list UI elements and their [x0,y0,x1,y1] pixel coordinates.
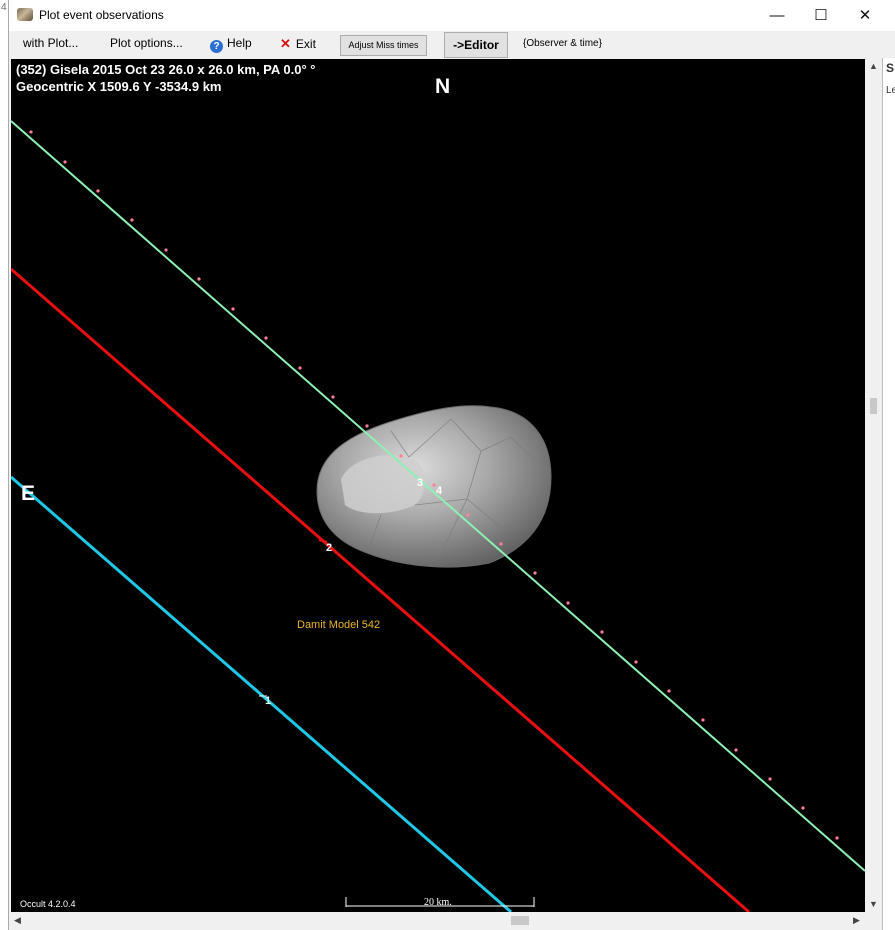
event-header: (352) Gisela 2015 Oct 23 26.0 x 26.0 km,… [16,62,316,77]
menu-plot-options[interactable]: Plot options... [110,36,183,50]
vertical-scrollbar[interactable]: ▲ ▼ [865,59,882,912]
menu-bar: with Plot... Plot options... ? Help ✕ Exit… [9,31,895,58]
chord-label-3: 3 [417,477,424,489]
app-icon [17,8,33,21]
background-text-fragment: S [886,61,895,75]
version-label: Occult 4.2.0.4 [20,899,76,909]
background-window-edge: 4 [0,0,8,930]
editor-button[interactable]: ->Editor [444,32,508,58]
close-x-icon: ✕ [280,36,291,51]
background-window-edge-right: S Le [882,58,895,930]
plot-area[interactable]: (352) Gisela 2015 Oct 23 26.0 x 26.0 km,… [11,59,865,912]
east-label: E [21,482,36,505]
shape-model-label: Damit Model 542 [297,619,381,631]
help-icon: ? [210,40,223,53]
menu-exit[interactable]: ✕ Exit [280,36,316,52]
background-text-fragment: 4 [1,2,7,13]
title-bar[interactable]: Plot event observations — ☐ ✕ [9,0,895,31]
scale-label: 20 km. [424,897,452,908]
chord-label-1: 1 [265,695,272,707]
prediction-dots [29,130,839,840]
window-title: Plot event observations [39,8,164,22]
chord-line-2 [11,267,750,912]
scroll-left-icon[interactable]: ◀ [14,915,21,926]
scroll-up-icon[interactable]: ▲ [869,61,878,71]
vertical-scroll-thumb[interactable] [870,398,877,414]
adjust-miss-times-button[interactable]: Adjust Miss times [340,35,427,56]
scroll-right-icon[interactable]: ▶ [853,915,860,926]
help-label: Help [227,36,252,50]
horizontal-scrollbar[interactable]: ◀ ▶ [11,912,865,929]
plot-window: Plot event observations — ☐ ✕ with Plot.… [8,0,895,930]
scroll-down-icon[interactable]: ▼ [869,899,878,909]
north-label: N [435,75,451,98]
menu-help[interactable]: ? Help [210,36,252,53]
minimize-button[interactable]: — [754,0,800,31]
chord-label-4: 4 [436,485,443,497]
menu-with-plot[interactable]: with Plot... [23,36,78,50]
background-text-fragment: Le [886,85,895,96]
close-button[interactable]: ✕ [842,0,888,31]
horizontal-scroll-thumb[interactable] [511,916,529,925]
exit-label: Exit [295,37,316,51]
menu-observer-time[interactable]: {Observer & time} [523,38,602,49]
chord-label-2: 2 [326,542,333,554]
maximize-button[interactable]: ☐ [798,0,844,31]
geocentric-coordinates: Geocentric X 1509.6 Y -3534.9 km [16,79,222,94]
